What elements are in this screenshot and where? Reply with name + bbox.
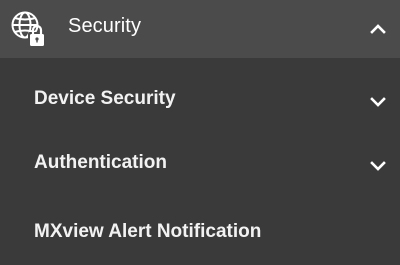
chevron-up-icon[interactable] [370, 22, 386, 34]
sidebar-item-label: Device Security [34, 88, 176, 109]
globe-lock-icon [6, 8, 58, 52]
sidebar-item-mxview-alert-notification[interactable]: MXview Alert Notification [0, 203, 400, 265]
sidebar-item-device-security[interactable]: Device Security [0, 68, 400, 130]
section-title: Security [68, 15, 142, 37]
sidebar-item-label: MXview Alert Notification [34, 221, 262, 242]
sidebar-item-label: Authentication [34, 152, 167, 173]
sidebar-item-authentication[interactable]: Authentication [0, 132, 400, 194]
chevron-down-icon[interactable] [370, 159, 386, 171]
security-sidebar-menu: Security Device Security Authentication … [0, 0, 400, 250]
security-section-header[interactable]: Security [0, 0, 400, 58]
chevron-down-icon[interactable] [370, 95, 386, 107]
